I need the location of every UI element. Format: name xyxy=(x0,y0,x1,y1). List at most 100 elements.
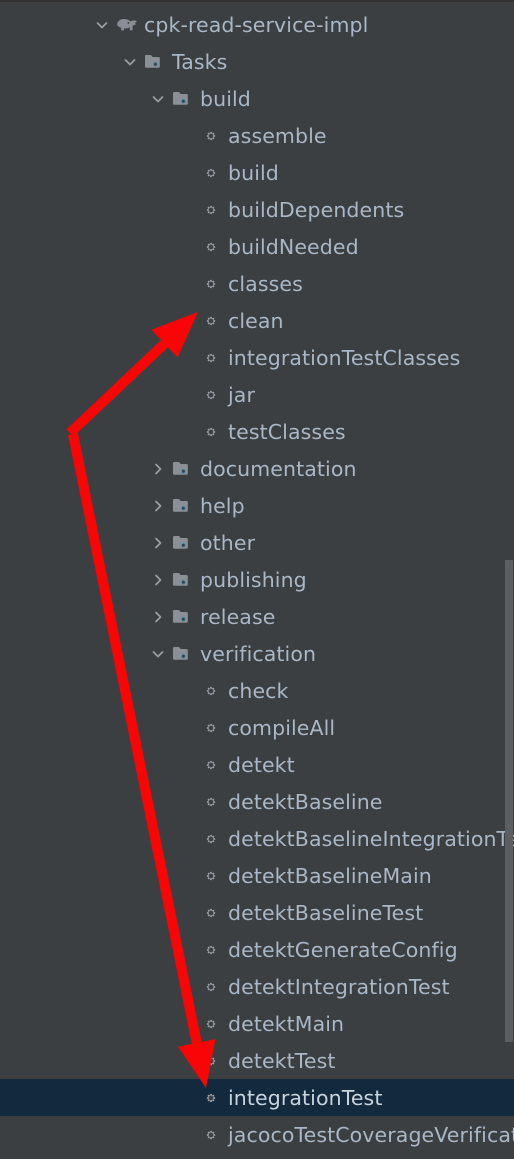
tree-row[interactable]: check xyxy=(0,672,514,709)
tree-row[interactable]: detekt xyxy=(0,746,514,783)
tree-row-label: testClasses xyxy=(228,419,346,444)
chevron-right-icon[interactable] xyxy=(146,598,170,635)
tree-row[interactable]: Tasks xyxy=(0,43,514,80)
tree-row[interactable]: release xyxy=(0,598,514,635)
gradle-task-gear-icon xyxy=(198,265,224,302)
tree-row-label: jacocoTestCoverageVerification xyxy=(228,1122,514,1147)
tree-row-selected[interactable]: integrationTest xyxy=(0,1079,514,1116)
tree-row-label: detektTest xyxy=(228,1048,336,1073)
gradle-task-gear-icon xyxy=(198,1079,224,1116)
gradle-task-gear-icon xyxy=(198,117,224,154)
chevron-right-icon[interactable] xyxy=(146,524,170,561)
tree-row[interactable]: detektBaselineMain xyxy=(0,857,514,894)
tree-row[interactable]: jacocoTestCoverageVerification xyxy=(0,1116,514,1153)
chevron-down-icon[interactable] xyxy=(90,6,114,43)
tree-row[interactable]: detektBaselineIntegrationTest xyxy=(0,820,514,857)
tree-row-label: help xyxy=(200,493,245,518)
tree-row[interactable]: detektIntegrationTest xyxy=(0,968,514,1005)
tree-row[interactable]: jar xyxy=(0,376,514,413)
gradle-task-gear-icon xyxy=(198,931,224,968)
gradle-task-gear-icon xyxy=(198,339,224,376)
tree-row[interactable]: detektGenerateConfig xyxy=(0,931,514,968)
gradle-task-gear-icon xyxy=(198,413,224,450)
tree-row-label: detektGenerateConfig xyxy=(228,937,458,962)
gradle-task-gear-icon xyxy=(198,820,224,857)
gradle-task-gear-icon xyxy=(198,302,224,339)
vertical-scrollbar-thumb[interactable] xyxy=(505,560,513,1042)
gradle-task-gear-icon xyxy=(198,1005,224,1042)
tree-row[interactable]: build xyxy=(0,80,514,117)
tree-row-label: documentation xyxy=(200,456,357,481)
tree-row[interactable]: classes xyxy=(0,265,514,302)
tree-row-label: detektMain xyxy=(228,1011,345,1036)
chevron-down-icon[interactable] xyxy=(146,80,170,117)
task-folder-icon xyxy=(170,80,196,117)
chevron-right-icon[interactable] xyxy=(146,561,170,598)
gradle-task-gear-icon xyxy=(198,746,224,783)
gradle-tool-window: cpk-read-service-impl Tasks build assemble b… xyxy=(0,0,514,1159)
tree-row[interactable]: detektBaselineTest xyxy=(0,894,514,931)
tree-row-label: integrationTestClasses xyxy=(228,345,461,370)
tree-row[interactable]: verification xyxy=(0,635,514,672)
tree-row[interactable]: testClasses xyxy=(0,413,514,450)
gradle-task-gear-icon xyxy=(198,783,224,820)
tree-row-label: other xyxy=(200,530,256,555)
task-folder-icon xyxy=(170,524,196,561)
chevron-right-icon[interactable] xyxy=(146,450,170,487)
task-folder-icon xyxy=(170,487,196,524)
vertical-scrollbar-track[interactable] xyxy=(504,2,514,1159)
tool-window-top-border xyxy=(0,0,514,2)
chevron-down-icon[interactable] xyxy=(146,635,170,672)
gradle-task-gear-icon xyxy=(198,228,224,265)
tree-row-label: build xyxy=(228,160,279,185)
tree-row-label: publishing xyxy=(200,567,307,592)
tree-row-label: Tasks xyxy=(172,49,228,74)
gradle-task-gear-icon xyxy=(198,709,224,746)
gradle-task-gear-icon xyxy=(198,191,224,228)
gradle-task-gear-icon xyxy=(198,1042,224,1079)
tree-row-label: detektBaseline xyxy=(228,789,383,814)
gradle-task-gear-icon xyxy=(198,1116,224,1153)
gradle-task-tree[interactable]: cpk-read-service-impl Tasks build assemble b… xyxy=(0,6,514,1153)
tree-row[interactable]: other xyxy=(0,524,514,561)
gradle-task-gear-icon xyxy=(198,672,224,709)
tree-row-label: buildNeeded xyxy=(228,234,359,259)
gradle-task-gear-icon xyxy=(198,154,224,191)
task-folder-icon xyxy=(170,635,196,672)
tree-row-label: detektBaselineTest xyxy=(228,900,424,925)
gradle-elephant-icon xyxy=(114,6,140,43)
tree-row-label: jar xyxy=(228,382,255,407)
tree-row[interactable]: build xyxy=(0,154,514,191)
chevron-down-icon[interactable] xyxy=(118,43,142,80)
tree-row[interactable]: publishing xyxy=(0,561,514,598)
tree-row[interactable]: help xyxy=(0,487,514,524)
tree-row-label: cpk-read-service-impl xyxy=(144,12,369,37)
tree-row[interactable]: cpk-read-service-impl xyxy=(0,6,514,43)
gradle-task-gear-icon xyxy=(198,968,224,1005)
tree-row-label: detektBaselineIntegrationTest xyxy=(228,826,514,851)
gradle-task-gear-icon xyxy=(198,894,224,931)
task-folder-icon xyxy=(142,43,168,80)
tree-row[interactable]: buildDependents xyxy=(0,191,514,228)
tree-row-label: clean xyxy=(228,308,284,333)
tree-row[interactable]: detektTest xyxy=(0,1042,514,1079)
tree-row-label: verification xyxy=(200,641,317,666)
tree-row-label: buildDependents xyxy=(228,197,405,222)
task-folder-icon xyxy=(170,450,196,487)
tree-row[interactable]: integrationTestClasses xyxy=(0,339,514,376)
tree-row-label: detekt xyxy=(228,752,295,777)
gradle-task-gear-icon xyxy=(198,857,224,894)
tree-row[interactable]: compileAll xyxy=(0,709,514,746)
task-folder-icon xyxy=(170,561,196,598)
tree-row[interactable]: assemble xyxy=(0,117,514,154)
tree-row-label: detektBaselineMain xyxy=(228,863,432,888)
chevron-right-icon[interactable] xyxy=(146,487,170,524)
tree-row[interactable]: documentation xyxy=(0,450,514,487)
tree-row-label: compileAll xyxy=(228,715,336,740)
tree-row[interactable]: buildNeeded xyxy=(0,228,514,265)
tree-row-label: check xyxy=(228,678,289,703)
tree-row[interactable]: detektBaseline xyxy=(0,783,514,820)
tree-row-label: integrationTest xyxy=(228,1085,383,1110)
tree-row[interactable]: clean xyxy=(0,302,514,339)
tree-row[interactable]: detektMain xyxy=(0,1005,514,1042)
